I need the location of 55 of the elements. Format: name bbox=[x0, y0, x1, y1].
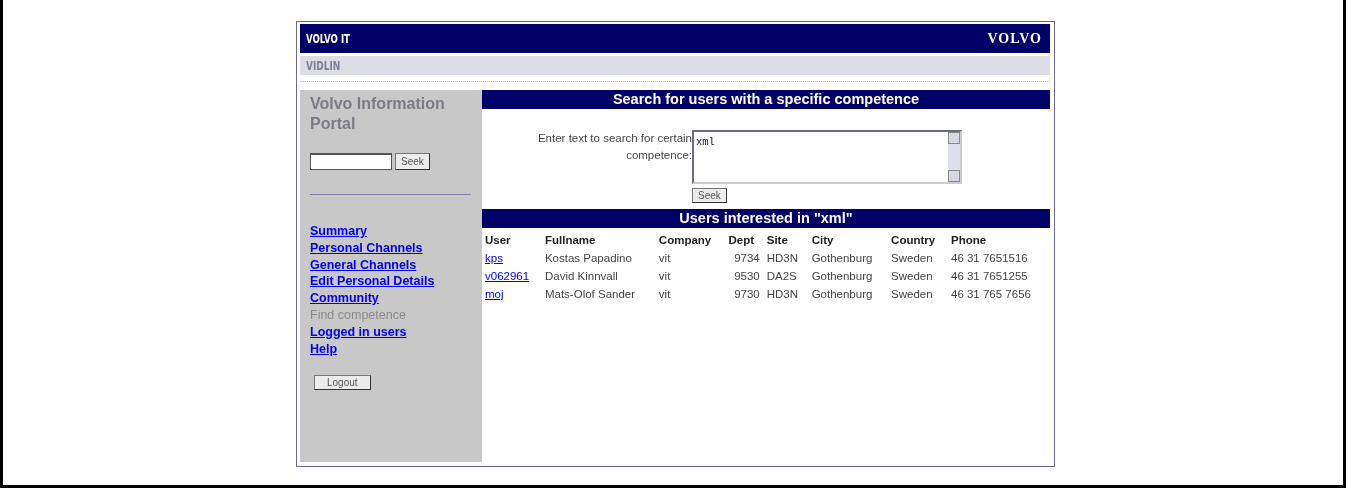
table-cell-text: 9730 bbox=[733, 287, 761, 302]
table-cell-text: vit bbox=[657, 251, 672, 266]
table-cell-text: 46 31 7651516 bbox=[950, 251, 1029, 266]
column-header: Country bbox=[890, 233, 937, 248]
column-header: Fullname bbox=[543, 233, 597, 248]
table-cell-text: Sweden bbox=[890, 251, 934, 266]
scroll-down-icon[interactable] bbox=[948, 170, 960, 182]
competence-field[interactable]: xml bbox=[692, 130, 962, 184]
table-cell-text: Sweden bbox=[890, 287, 934, 302]
table-cell-text: Mats-Olof Sander bbox=[543, 287, 637, 302]
table-cell-text: HD3N bbox=[765, 287, 800, 302]
seek-button[interactable]: Seek bbox=[395, 153, 430, 170]
table-cell-text: DA2S bbox=[765, 269, 798, 284]
app-title: VIDLIN bbox=[306, 58, 341, 73]
table-cell-text: 9734 bbox=[733, 251, 761, 266]
column-header: Site bbox=[765, 233, 789, 248]
column-header: Company bbox=[657, 233, 713, 248]
nav-link[interactable]: Help bbox=[310, 340, 435, 358]
table-cell-text: Kostas Papadino bbox=[543, 251, 633, 266]
section-heading: Users interested in "xml" bbox=[482, 209, 1050, 228]
table-cell-text: 46 31 765 7656 bbox=[950, 287, 1032, 302]
nav-link[interactable]: Summary bbox=[310, 223, 435, 240]
column-header: Phone bbox=[950, 233, 988, 248]
logout-button[interactable]: Logout bbox=[314, 375, 371, 391]
table-cell-text: 46 31 7651255 bbox=[950, 269, 1029, 284]
field-label: Enter text to search for certain competence: bbox=[536, 131, 692, 163]
column-header: City bbox=[810, 233, 835, 248]
section-heading: Search for users with a specific competence bbox=[482, 90, 1050, 109]
logo-text: VOLVO bbox=[987, 30, 1042, 47]
scroll-up-icon[interactable] bbox=[948, 132, 960, 144]
nav-link[interactable]: Community bbox=[310, 290, 435, 307]
user-link[interactable]: v062961 bbox=[485, 270, 530, 282]
table-cell-text: Gothenburg bbox=[810, 251, 874, 266]
scrollbar[interactable] bbox=[948, 132, 960, 182]
table-cell-text: David Kinnvall bbox=[543, 269, 619, 284]
user-link[interactable]: moj bbox=[485, 288, 504, 300]
user-link[interactable]: kps bbox=[485, 252, 503, 264]
portal-title: Volvo Information Portal bbox=[310, 94, 446, 134]
table-cell-text: Gothenburg bbox=[810, 287, 874, 302]
nav-link[interactable]: Logged in users bbox=[310, 323, 435, 341]
field-value: xml bbox=[695, 135, 716, 150]
table-cell-text: 9530 bbox=[733, 269, 761, 284]
table-cell-text: Sweden bbox=[890, 269, 934, 284]
nav-link[interactable]: Personal Channels bbox=[310, 239, 435, 257]
column-header: User bbox=[484, 233, 512, 248]
table-cell-text: HD3N bbox=[765, 251, 800, 266]
column-header: Dept bbox=[727, 233, 756, 248]
table-cell-text: vit bbox=[657, 287, 672, 302]
nav-link[interactable]: Edit Personal Details bbox=[310, 273, 435, 291]
table-cell-text: Gothenburg bbox=[810, 269, 874, 284]
seek-button[interactable]: Seek bbox=[692, 188, 727, 203]
nav-link[interactable]: General Channels bbox=[310, 256, 435, 274]
brand-text: VOLVO IT bbox=[306, 31, 350, 46]
table-cell-text: vit bbox=[657, 269, 672, 284]
search-field[interactable] bbox=[310, 153, 392, 170]
